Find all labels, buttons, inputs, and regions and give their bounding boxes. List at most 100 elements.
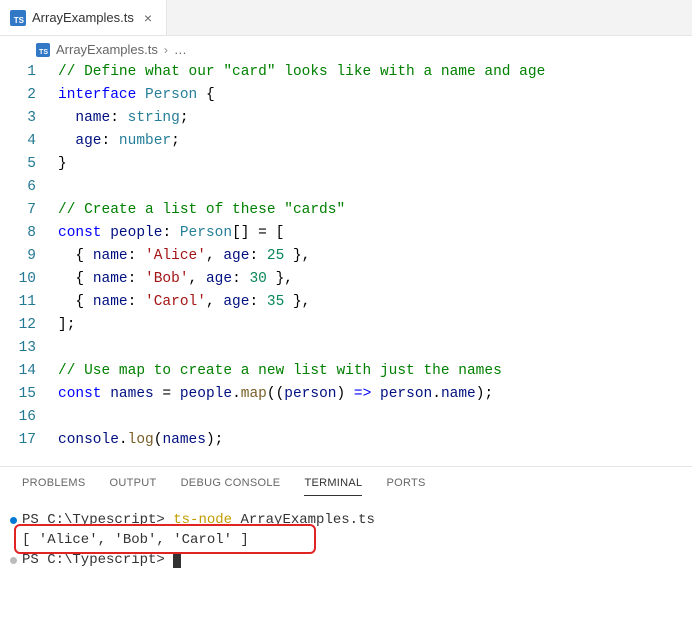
code-token: name	[93, 271, 128, 287]
code-token: ;	[180, 110, 189, 126]
line-number: 14	[0, 360, 36, 383]
code-token: Person	[180, 225, 232, 241]
terminal-command-arg: ArrayExamples.ts	[232, 512, 375, 528]
code-token: age	[75, 133, 101, 149]
code-line[interactable]: console.log(names);	[58, 429, 692, 452]
code-line[interactable]: { name: 'Alice', age: 25 },	[58, 245, 692, 268]
terminal-prompt: PS C:\Typescript>	[22, 552, 173, 568]
line-number: 12	[0, 314, 36, 337]
code-token: age	[223, 294, 249, 310]
code-token: name	[441, 386, 476, 402]
code-line[interactable]	[58, 176, 692, 199]
code-token: ;	[171, 133, 180, 149]
code-token: .	[232, 386, 241, 402]
code-token: 25	[267, 248, 284, 264]
code-token: console	[58, 432, 119, 448]
code-token	[58, 133, 75, 149]
breadcrumb-filename: ArrayExamples.ts	[56, 42, 158, 57]
editor-tab[interactable]: TS ArrayExamples.ts ×	[0, 0, 167, 35]
code-token: [] = [	[232, 225, 284, 241]
editor-tab-bar: TS ArrayExamples.ts ×	[0, 0, 692, 36]
code-line[interactable]: const names = people.map((person) => per…	[58, 383, 692, 406]
typescript-file-icon: TS	[10, 10, 26, 26]
code-token: 'Bob'	[145, 271, 189, 287]
terminal-command-tool: ts-node	[173, 512, 232, 528]
code-token	[102, 386, 111, 402]
code-token	[58, 110, 75, 126]
code-line[interactable]: name: string;	[58, 107, 692, 130]
breadcrumb-more: …	[174, 42, 187, 57]
panel-tab-debug-console[interactable]: DEBUG CONSOLE	[181, 477, 281, 496]
code-token: ];	[58, 317, 75, 333]
code-token: 30	[249, 271, 266, 287]
terminal-output-line: [ 'Alice', 'Bob', 'Carol' ]	[14, 530, 678, 550]
code-token: age	[206, 271, 232, 287]
code-token: ((	[267, 386, 284, 402]
status-dot-icon	[10, 517, 17, 524]
code-token: :	[128, 294, 145, 310]
line-number: 2	[0, 84, 36, 107]
code-token: )	[337, 386, 354, 402]
panel-tab-problems[interactable]: PROBLEMS	[22, 477, 86, 496]
code-line[interactable]: { name: 'Carol', age: 35 },	[58, 291, 692, 314]
code-line[interactable]: // Use map to create a new list with jus…	[58, 360, 692, 383]
line-number: 5	[0, 153, 36, 176]
typescript-file-icon: TS	[36, 43, 50, 57]
chevron-right-icon: ›	[164, 43, 168, 57]
code-token: string	[128, 110, 180, 126]
breadcrumb[interactable]: TS ArrayExamples.ts › …	[0, 36, 692, 61]
panel-tab-terminal[interactable]: TERMINAL	[304, 477, 362, 496]
code-token: number	[119, 133, 171, 149]
code-token: :	[249, 248, 266, 264]
code-token: ,	[206, 294, 223, 310]
close-icon[interactable]: ×	[140, 10, 156, 26]
panel-tab-ports[interactable]: PORTS	[386, 477, 425, 496]
code-line[interactable]	[58, 406, 692, 429]
code-token: 35	[267, 294, 284, 310]
code-content[interactable]: // Define what our "card" looks like wit…	[58, 61, 692, 452]
code-token: const	[58, 386, 102, 402]
terminal-panel[interactable]: PS C:\Typescript> ts-node ArrayExamples.…	[0, 496, 692, 578]
code-token: {	[58, 294, 93, 310]
code-line[interactable]	[58, 337, 692, 360]
code-token: },	[284, 294, 310, 310]
code-token: const	[58, 225, 102, 241]
code-token: interface	[58, 87, 136, 103]
code-line[interactable]: { name: 'Bob', age: 30 },	[58, 268, 692, 291]
code-token: .	[432, 386, 441, 402]
terminal-line: PS C:\Typescript>	[14, 550, 678, 570]
line-number-gutter: 1234567891011121314151617	[0, 61, 58, 452]
line-number: 10	[0, 268, 36, 291]
code-token: map	[241, 386, 267, 402]
code-editor[interactable]: 1234567891011121314151617 // Define what…	[0, 61, 692, 460]
code-token	[102, 225, 111, 241]
code-token: 'Carol'	[145, 294, 206, 310]
panel-tab-output[interactable]: OUTPUT	[110, 477, 157, 496]
code-line[interactable]: const people: Person[] = [	[58, 222, 692, 245]
line-number: 17	[0, 429, 36, 452]
code-token: age	[223, 248, 249, 264]
code-token: :	[102, 133, 119, 149]
code-token: people	[180, 386, 232, 402]
code-token	[371, 386, 380, 402]
code-token: {	[197, 87, 214, 103]
line-number: 11	[0, 291, 36, 314]
code-line[interactable]: // Create a list of these "cards"	[58, 199, 692, 222]
tab-filename: ArrayExamples.ts	[32, 10, 134, 25]
code-line[interactable]: age: number;	[58, 130, 692, 153]
code-token: person	[380, 386, 432, 402]
code-token: :	[110, 110, 127, 126]
code-token: :	[162, 225, 179, 241]
code-token: :	[232, 271, 249, 287]
terminal-output: [ 'Alice', 'Bob', 'Carol' ]	[22, 532, 249, 548]
code-token: {	[58, 271, 93, 287]
code-token: :	[128, 248, 145, 264]
code-line[interactable]: // Define what our "card" looks like wit…	[58, 61, 692, 84]
code-token: }	[58, 156, 67, 172]
code-token: ,	[189, 271, 206, 287]
code-token: 'Alice'	[145, 248, 206, 264]
code-line[interactable]: }	[58, 153, 692, 176]
line-number: 13	[0, 337, 36, 360]
code-line[interactable]: interface Person {	[58, 84, 692, 107]
code-line[interactable]: ];	[58, 314, 692, 337]
